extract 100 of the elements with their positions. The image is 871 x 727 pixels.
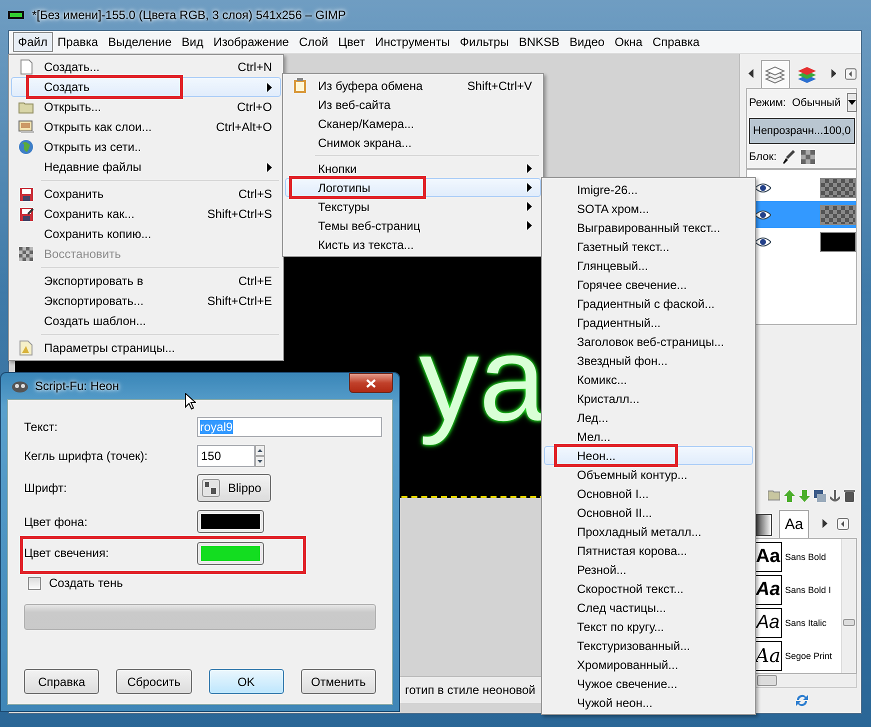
refresh-icon[interactable] — [794, 694, 808, 707]
menu-bar-item[interactable]: Окна — [610, 32, 648, 52]
dialog-button[interactable]: Отменить — [300, 669, 376, 694]
menu-bar-item[interactable]: Видео — [564, 32, 610, 52]
menu-item[interactable]: Прохладный металл... — [544, 522, 753, 541]
menu-item[interactable]: Снимок экрана... — [285, 133, 541, 152]
menu-bar-item[interactable]: Цвет — [333, 32, 370, 52]
brush-icon[interactable] — [782, 150, 795, 164]
menu-item[interactable]: Горячее свечение... — [544, 275, 753, 294]
menu-item[interactable]: Звездный фон... — [544, 351, 753, 370]
close-button[interactable] — [349, 373, 393, 393]
menu-item[interactable]: Из буфера обмена Shift+Ctrl+V — [285, 76, 541, 95]
menu-bar-item[interactable]: Файл — [13, 32, 53, 52]
menu-bar-item[interactable]: Правка — [52, 32, 104, 52]
menu-item[interactable]: Резной... — [544, 560, 753, 579]
menu-item[interactable]: Экспортировать в Ctrl+E — [11, 271, 281, 291]
menu-item[interactable]: Параметры страницы... — [11, 338, 281, 358]
dock-tab[interactable] — [760, 60, 790, 88]
menu-item[interactable]: Газетный текст... — [544, 237, 753, 256]
font-button[interactable]: Blippo — [197, 474, 271, 502]
menu-item[interactable]: Выгравированный текст... — [544, 218, 753, 237]
font-name[interactable]: Segoe Print — [785, 651, 832, 661]
font-name[interactable]: Sans Bold — [785, 552, 826, 562]
color-button[interactable] — [197, 542, 264, 564]
font-name[interactable]: Sans Bold I — [785, 585, 832, 595]
menu-item[interactable]: Кристалл... — [544, 389, 753, 408]
dock-tab[interactable]: Aa — [779, 510, 809, 538]
menu-item[interactable]: Чужой неон... — [544, 693, 753, 712]
menu-item[interactable]: Скоростной текст... — [544, 579, 753, 598]
right-arrow-icon[interactable] — [830, 69, 836, 78]
menu-item[interactable]: Imigre-26... — [544, 180, 753, 199]
menu-item[interactable]: Сканер/Камера... — [285, 114, 541, 133]
menu-bar-item[interactable]: Изображение — [208, 32, 294, 52]
menu-item[interactable]: Чужое свечение... — [544, 674, 753, 693]
dock-menu-icon[interactable] — [845, 68, 858, 80]
menu-item[interactable]: Хромированный... — [544, 655, 753, 674]
font-icon — [202, 479, 220, 497]
spin-up-icon[interactable] — [255, 445, 265, 456]
checkbox-row[interactable]: Создать тень — [24, 572, 376, 594]
menu-item[interactable]: Пятнистая корова... — [544, 541, 753, 560]
menu-bar-item[interactable]: Вид — [176, 32, 208, 52]
vertical-scrollbar[interactable] — [841, 539, 856, 673]
menu-item[interactable]: Основной I... — [544, 484, 753, 503]
trash-icon[interactable] — [844, 490, 855, 502]
menu-item[interactable]: Градиентный... — [544, 313, 753, 332]
menu-bar-item[interactable]: Справка — [647, 32, 705, 52]
menu-bar-item[interactable]: Слой — [294, 32, 334, 52]
menu-item[interactable]: Открыть из сети.. — [11, 137, 281, 157]
menu-item[interactable]: Градиентный с фаской... — [544, 294, 753, 313]
menu-item[interactable]: Мел... — [544, 427, 753, 446]
folder-icon[interactable] — [768, 490, 780, 501]
menu-item[interactable]: Кисть из текста... — [285, 235, 541, 254]
menu-item[interactable]: Недавние файлы — [11, 157, 281, 177]
anchor-icon[interactable] — [830, 490, 840, 502]
menu-item[interactable]: Темы веб-страниц — [285, 216, 541, 235]
menu-item[interactable]: Объемный контур... — [544, 465, 753, 484]
menu-bar-item[interactable]: Фильтры — [454, 32, 514, 52]
menu-item[interactable]: Основной II... — [544, 503, 753, 522]
opacity-slider[interactable]: Непрозрачн...100,0 — [749, 118, 855, 144]
menu-item[interactable]: Сохранить Ctrl+S — [11, 184, 281, 204]
menu-item[interactable]: Комикс... — [544, 370, 753, 389]
menu-item[interactable]: Экспортировать... Shift+Ctrl+E — [11, 291, 281, 311]
menu-item[interactable]: Текстуры — [285, 197, 541, 216]
menu-item[interactable]: Открыть как слои... Ctrl+Alt+O — [11, 117, 281, 137]
menu-item[interactable]: Создать — [11, 77, 281, 97]
number-field[interactable]: 150 — [197, 445, 255, 467]
color-button[interactable] — [197, 510, 264, 533]
menu-item[interactable]: Лед... — [544, 408, 753, 427]
menu-item[interactable]: Текст по кругу... — [544, 617, 753, 636]
menu-item[interactable]: Сохранить копию... — [11, 224, 281, 244]
menu-item[interactable]: След частицы... — [544, 598, 753, 617]
shortcut-text: Ctrl+S — [238, 187, 272, 201]
menu-item[interactable]: Текстуризованный... — [544, 636, 753, 655]
menu-item[interactable]: Создать... Ctrl+N — [11, 57, 281, 77]
font-name[interactable]: Sans Italic — [785, 618, 827, 628]
spin-down-icon[interactable] — [255, 456, 265, 467]
dialog-button[interactable]: Справка — [24, 669, 100, 694]
dialog-button[interactable]: OK — [208, 669, 284, 694]
menu-item[interactable]: SOTA хром... — [544, 199, 753, 218]
menu-item[interactable]: Логотипы — [285, 178, 541, 197]
menu-item[interactable]: Заголовок веб-страницы... — [544, 332, 753, 351]
left-arrow-icon[interactable] — [748, 69, 754, 78]
checkbox[interactable] — [28, 576, 41, 590]
menu-bar-item[interactable]: Инструменты — [370, 32, 455, 52]
dialog-button[interactable]: Сбросить — [116, 669, 192, 694]
right-arrow-icon[interactable] — [822, 519, 828, 528]
menu-bar-item[interactable]: BNKSB — [514, 32, 564, 52]
mode-dropdown-button[interactable] — [846, 93, 857, 112]
menu-item[interactable]: Глянцевый... — [544, 256, 753, 275]
menu-item[interactable]: Кнопки — [285, 159, 541, 178]
menu-item[interactable]: Сохранить как... Shift+Ctrl+S — [11, 204, 281, 224]
menu-item[interactable]: Создать шаблон... — [11, 311, 281, 331]
checkerboard-icon[interactable] — [800, 150, 815, 164]
layer-thumbnail — [820, 204, 856, 224]
dock-menu-icon[interactable] — [837, 518, 849, 530]
menu-bar-item[interactable]: Выделение — [103, 32, 177, 52]
duplicate-icon[interactable] — [814, 490, 826, 502]
menu-item[interactable]: Из веб-сайта — [285, 95, 541, 114]
menu-item[interactable]: Открыть... Ctrl+O — [11, 97, 281, 117]
menu-item[interactable]: Неон... — [544, 446, 753, 465]
